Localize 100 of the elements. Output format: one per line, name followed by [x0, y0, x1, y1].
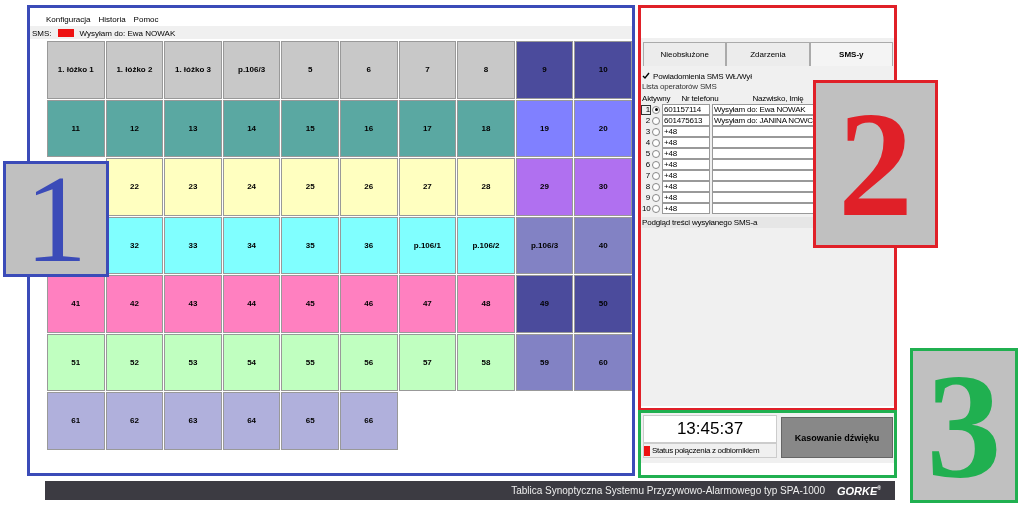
name-field[interactable]	[712, 137, 815, 148]
room-button[interactable]: 40	[574, 216, 632, 274]
name-field[interactable]	[712, 170, 815, 181]
room-button[interactable]: 7	[398, 41, 457, 99]
room-button[interactable]: 33	[164, 216, 222, 274]
room-button[interactable]: 30	[574, 158, 632, 216]
room-button[interactable]: 65	[281, 392, 339, 450]
name-field[interactable]	[712, 203, 815, 214]
room-button[interactable]: 60	[574, 333, 632, 391]
room-button[interactable]: p.106/3	[515, 216, 574, 274]
room-button[interactable]: 54	[222, 333, 281, 391]
radio-button[interactable]	[652, 182, 660, 191]
room-button[interactable]: p.106/3	[222, 41, 281, 99]
mute-button[interactable]: Kasowanie dźwięku	[781, 417, 893, 458]
room-button[interactable]: 47	[398, 275, 457, 333]
room-button[interactable]: 29	[515, 158, 574, 216]
phone-field[interactable]: +48	[662, 181, 710, 192]
room-button[interactable]: 22	[105, 158, 164, 216]
radio-button[interactable]	[652, 138, 660, 147]
radio-button[interactable]	[652, 105, 660, 114]
room-button[interactable]: 51	[47, 333, 105, 391]
room-button[interactable]: 1. łóżko 2	[105, 41, 164, 99]
room-button[interactable]: 53	[164, 333, 222, 391]
room-button[interactable]: 11	[47, 99, 105, 157]
phone-field[interactable]: +48	[662, 170, 710, 181]
room-button[interactable]: p.106/2	[457, 216, 515, 274]
room-button[interactable]: 6	[339, 41, 398, 99]
row-number: 6	[644, 160, 650, 169]
room-button[interactable]: 58	[457, 333, 515, 391]
phone-field[interactable]: +48	[662, 126, 710, 137]
room-button[interactable]: 15	[281, 99, 339, 157]
radio-button[interactable]	[652, 171, 660, 180]
room-button[interactable]: 18	[457, 99, 515, 157]
name-field[interactable]	[712, 159, 815, 170]
row-number: 8	[644, 182, 650, 191]
room-button[interactable]: 34	[222, 216, 281, 274]
checkbox[interactable]	[642, 72, 650, 80]
menu-item[interactable]: Konfiguracja	[46, 15, 91, 26]
checkbox-label: Powiadomienia SMS WŁ/Wył	[653, 71, 752, 81]
room-button[interactable]: 46	[339, 275, 398, 333]
room-button[interactable]: 25	[281, 158, 339, 216]
phone-field[interactable]: +48	[662, 203, 710, 214]
room-button[interactable]: 20	[574, 99, 632, 157]
room-button[interactable]: 16	[339, 99, 398, 157]
room-button[interactable]: p.106/1	[398, 216, 457, 274]
room-button[interactable]: 45	[281, 275, 339, 333]
room-button[interactable]: 5	[281, 41, 339, 99]
phone-field[interactable]: +48	[662, 192, 710, 203]
room-button[interactable]: 43	[164, 275, 222, 333]
room-button[interactable]: 23	[164, 158, 222, 216]
room-button[interactable]: 41	[47, 275, 105, 333]
clock: 13:45:37	[643, 415, 777, 443]
room-button[interactable]: 61	[47, 392, 105, 450]
name-field[interactable]	[712, 181, 815, 192]
room-button[interactable]: 1. łóżko 3	[164, 41, 222, 99]
name-field[interactable]	[712, 126, 815, 137]
radio-button[interactable]	[652, 127, 660, 136]
radio-button[interactable]	[652, 160, 660, 169]
row-number: 3	[644, 127, 650, 136]
room-button[interactable]: 26	[339, 158, 398, 216]
room-button[interactable]: 1. łóżko 1	[47, 41, 105, 99]
radio-button[interactable]	[652, 193, 660, 202]
tab[interactable]: Nieobsłużone	[643, 42, 727, 66]
tab[interactable]: Zdarzenia	[726, 42, 810, 66]
radio-button[interactable]	[652, 116, 660, 125]
room-button[interactable]: 36	[339, 216, 398, 274]
room-button[interactable]: 48	[457, 275, 515, 333]
room-button[interactable]: 57	[398, 333, 457, 391]
room-button[interactable]: 17	[398, 99, 457, 157]
room-button[interactable]: 44	[222, 275, 281, 333]
phone-field[interactable]: +48	[662, 148, 710, 159]
room-button[interactable]: 14	[222, 99, 281, 157]
room-button[interactable]: 13	[164, 99, 222, 157]
room-button[interactable]: 66	[339, 392, 398, 450]
room-button[interactable]: 12	[105, 99, 164, 157]
radio-button[interactable]	[652, 149, 660, 158]
annotation-number: 2	[813, 80, 938, 248]
radio-button[interactable]	[652, 204, 660, 213]
phone-field[interactable]: +48	[662, 137, 710, 148]
room-button[interactable]: 27	[398, 158, 457, 216]
name-field[interactable]	[712, 148, 815, 159]
room-button[interactable]: 8	[457, 41, 515, 99]
room-button[interactable]: 19	[515, 99, 574, 157]
room-button[interactable]: 28	[457, 158, 515, 216]
room-button[interactable]: 64	[222, 392, 281, 450]
room-button[interactable]: 63	[164, 392, 222, 450]
room-button[interactable]: 62	[105, 392, 164, 450]
room-button[interactable]: 52	[105, 333, 164, 391]
room-button[interactable]: 59	[515, 333, 574, 391]
room-button[interactable]: 56	[339, 333, 398, 391]
menu-item[interactable]: Pomoc	[133, 15, 159, 26]
row-number: 7	[644, 171, 650, 180]
name-field[interactable]	[712, 192, 815, 203]
tab[interactable]: SMS-y	[809, 42, 893, 66]
room-button[interactable]: 35	[281, 216, 339, 274]
room-button[interactable]: 55	[281, 333, 339, 391]
phone-field[interactable]: +48	[662, 159, 710, 170]
menu-item[interactable]: Historia	[98, 15, 126, 26]
room-button[interactable]: 42	[105, 275, 164, 333]
room-button[interactable]: 24	[222, 158, 281, 216]
